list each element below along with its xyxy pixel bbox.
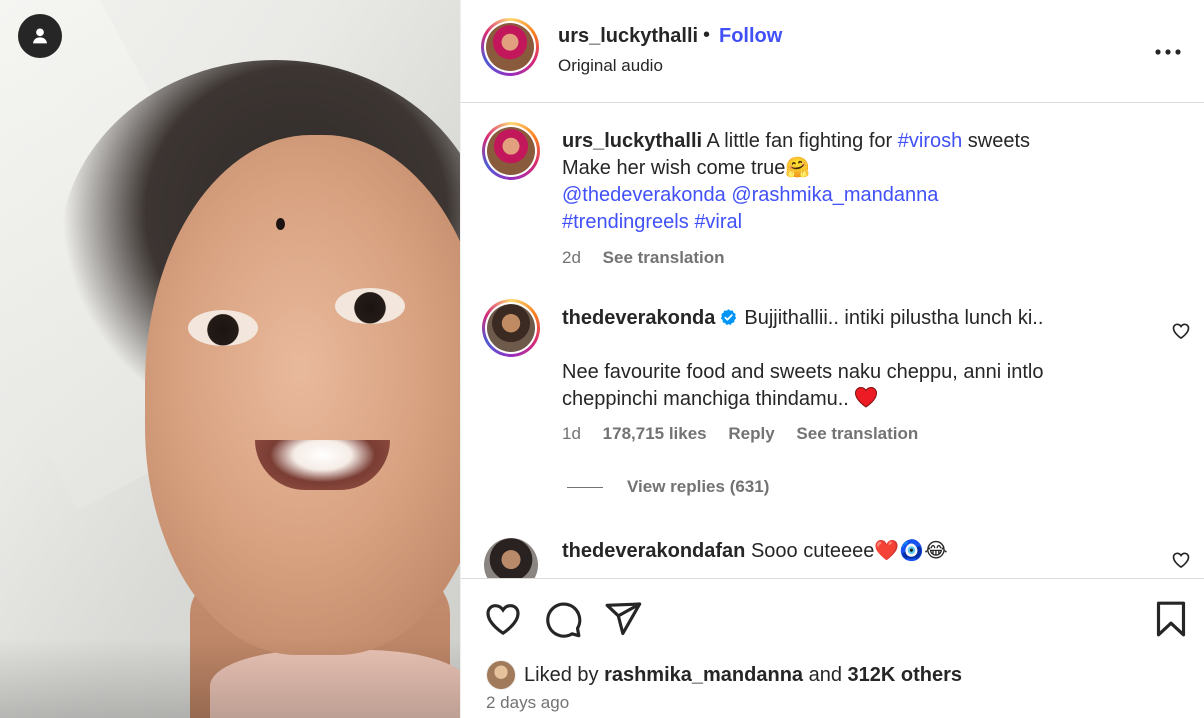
see-translation-button[interactable]: See translation [796,424,918,443]
separator-dot: • [703,24,711,46]
caption-part: sweets [967,130,1031,152]
author-username[interactable]: urs_luckythalli [558,25,698,48]
left-eye [188,310,258,346]
liker-avatar[interactable] [486,660,516,690]
save-icon[interactable] [1151,599,1191,639]
like-icon[interactable] [483,599,523,639]
comment-text: thedeverakondafan Sooo cuteeee❤️🧿😂 [562,538,1152,565]
comment-likes[interactable]: 178,715 likes [603,424,707,443]
comment-username[interactable]: thedeverakonda [562,307,715,329]
mention-link[interactable]: @thedeverakonda [562,184,726,206]
comment-avatar[interactable] [482,536,540,578]
caption-time[interactable]: 2d [562,248,581,267]
comment-part: cheppinchi manchiga thindamu.. [562,388,849,410]
reply-button[interactable]: Reply [728,424,774,443]
view-replies-label: View replies (631) [627,477,770,496]
red-heart-emoji [855,386,878,408]
liked-by-prefix: Liked by [524,663,599,686]
bindi [276,218,285,230]
mention-link[interactable]: @rashmika_mandanna [731,184,938,206]
comment-part: Bujjithallii.. intiki pilustha lunch ki.… [744,307,1044,329]
hashtag-link[interactable]: #viral [694,211,742,233]
audio-link[interactable]: Original audio [558,56,663,76]
heart-small-icon[interactable] [1171,321,1191,341]
comment-part: Nee favourite food and sweets naku chepp… [562,361,1044,383]
liked-by[interactable]: Liked by rashmika_mandanna and 312K othe… [486,659,962,691]
share-icon[interactable] [603,599,643,639]
caption-username[interactable]: urs_luckythalli [562,130,702,152]
comment-icon[interactable] [543,599,583,639]
bottom-shade [0,638,460,718]
post-time[interactable]: 2 days ago [486,693,569,713]
caption-avatar[interactable] [482,122,540,180]
post-header: urs_luckythalli • Follow Original audio [461,0,1204,103]
comment-username[interactable]: thedeverakondafan [562,540,745,562]
heart-small-icon[interactable] [1171,550,1191,570]
comment-time[interactable]: 1d [562,424,581,443]
comment-avatar[interactable] [482,299,540,357]
replies-line [567,487,603,489]
hashtag-link[interactable]: #virosh [898,130,962,152]
face [145,135,460,655]
right-eye [335,288,405,324]
caption-part: A little fan fighting for [706,130,893,152]
see-translation-button[interactable]: See translation [603,248,725,267]
user-tag-icon[interactable] [18,14,62,58]
comment-emojis: ❤️🧿😂 [874,540,948,562]
comments-list[interactable]: urs_luckythalli A little fan fighting fo… [461,104,1204,578]
likes-count[interactable]: 312K others [848,664,963,687]
author-avatar[interactable] [481,18,539,76]
view-replies-button[interactable]: View replies (631) [567,477,769,497]
hashtag-link[interactable]: #trendingreels [562,211,689,233]
follow-button[interactable]: Follow [719,25,782,48]
reel-video[interactable] [0,0,460,718]
hug-emoji: 🤗 [785,157,811,179]
action-bar: Liked by rashmika_mandanna and 312K othe… [461,578,1204,718]
comment-part: Sooo cuteeee [750,540,875,562]
liked-by-conj: and [808,663,842,686]
verified-icon [721,309,737,326]
post-panel: urs_luckythalli • Follow Original audio … [460,0,1204,718]
liker-username[interactable]: rashmika_mandanna [604,664,803,687]
caption-text: urs_luckythalli A little fan fighting fo… [562,128,1152,236]
caption-meta: 2d See translation [562,248,742,268]
caption-part: Make her wish come true [562,157,786,179]
comment-meta: 1d 178,715 likes Reply See translation [562,424,935,444]
comment-text: thedeverakonda Bujjithallii.. intiki pilu… [562,305,1152,413]
more-icon[interactable] [1155,36,1181,62]
